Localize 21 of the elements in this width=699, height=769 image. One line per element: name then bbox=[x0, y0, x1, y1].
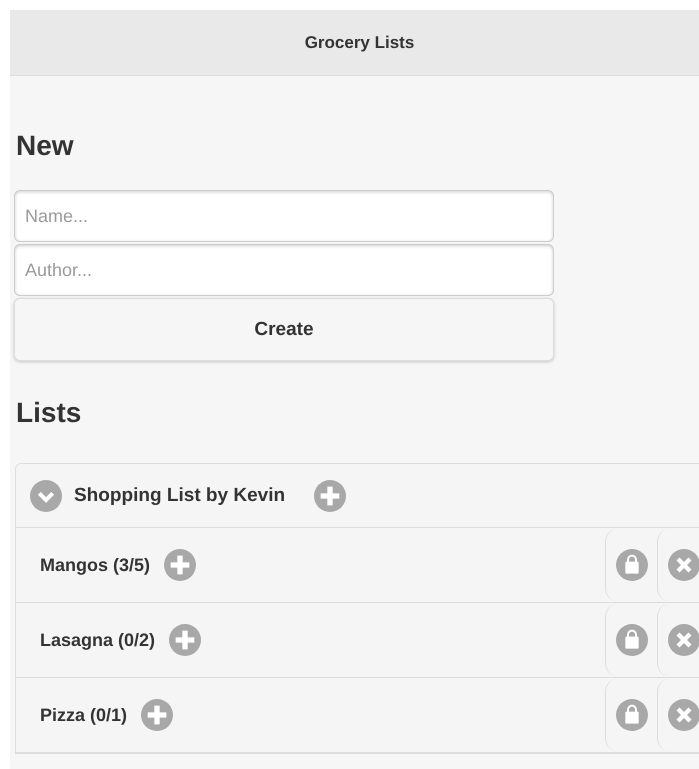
item-label: Mangos (3/5) bbox=[40, 554, 150, 576]
close-icon bbox=[668, 699, 699, 731]
delete-button[interactable] bbox=[657, 603, 699, 677]
section-heading: New bbox=[16, 130, 75, 162]
close-icon bbox=[668, 549, 699, 581]
close-icon bbox=[668, 624, 699, 656]
add-icon[interactable] bbox=[141, 699, 174, 731]
add-icon[interactable] bbox=[314, 480, 346, 512]
add-icon[interactable] bbox=[164, 549, 196, 581]
author-field[interactable]: Author... bbox=[14, 244, 554, 296]
page-title: Grocery Lists bbox=[304, 32, 414, 52]
item-label: Pizza (0/1) bbox=[40, 704, 128, 726]
create-button[interactable]: Create bbox=[14, 298, 554, 361]
delete-button[interactable] bbox=[657, 678, 699, 752]
add-icon[interactable] bbox=[169, 624, 202, 656]
item-label: Lasagna (0/2) bbox=[40, 630, 156, 650]
name-field[interactable]: Name... bbox=[14, 190, 554, 242]
toggle-icon[interactable] bbox=[30, 480, 62, 512]
list-title: Shopping List by Kevin bbox=[74, 484, 286, 506]
delete-button[interactable] bbox=[657, 528, 699, 602]
section-heading: Lists bbox=[16, 397, 82, 429]
